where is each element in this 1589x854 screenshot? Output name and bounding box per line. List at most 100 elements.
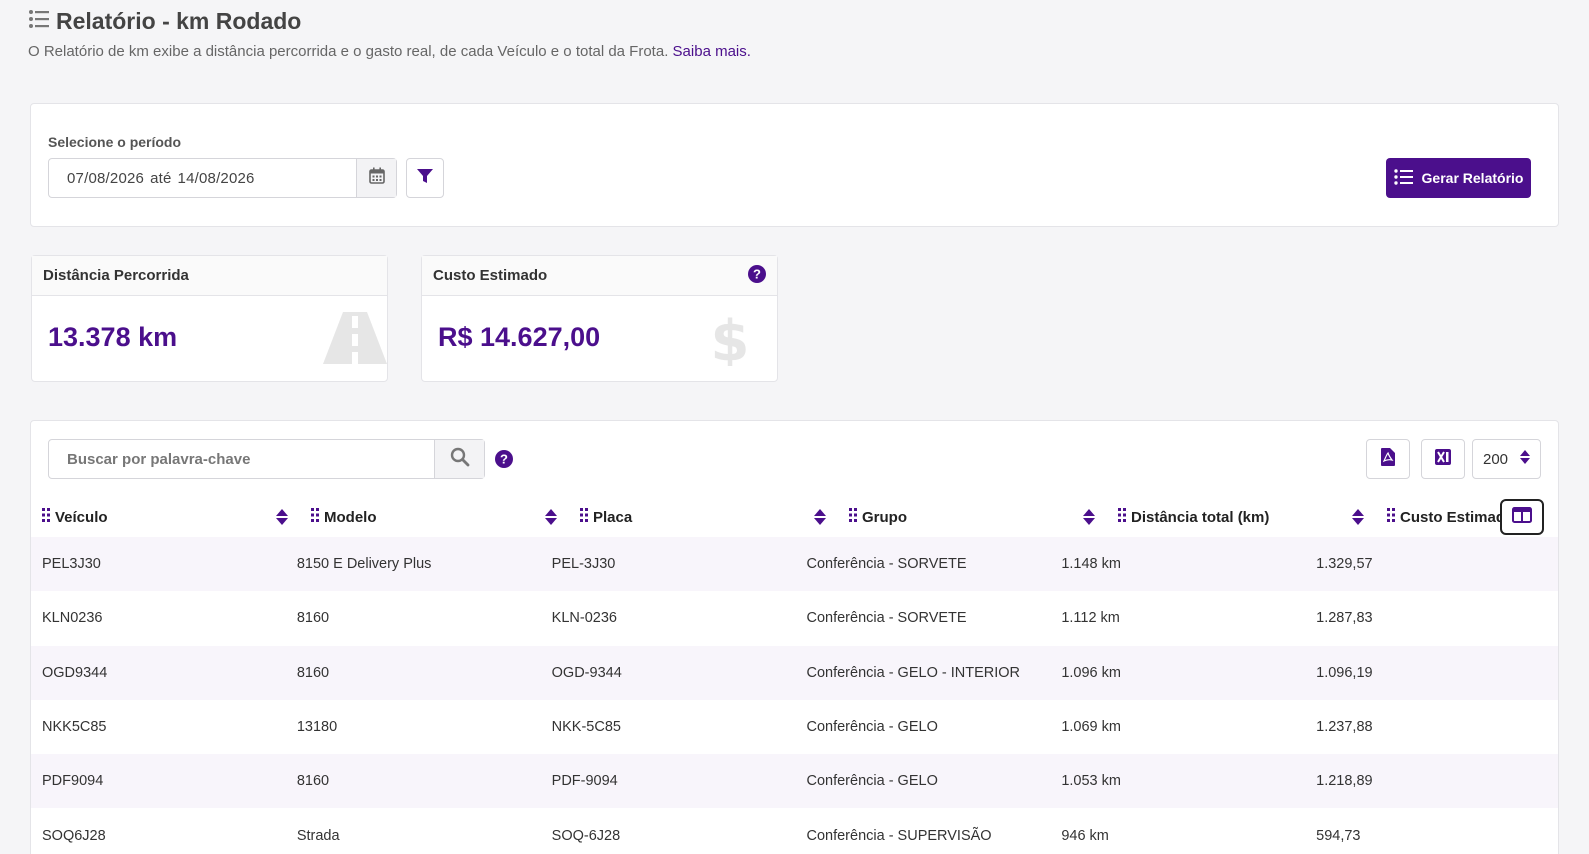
- columns-toggle-button[interactable]: [1500, 499, 1544, 535]
- drag-handle-icon[interactable]: [849, 508, 858, 526]
- cell-vehicle: SOQ6J28: [42, 827, 106, 844]
- cell-cost: 1.096,19: [1316, 664, 1373, 681]
- search-box: [48, 439, 485, 479]
- table-header: Veículo Modelo Placa Grupo Distância tot…: [31, 497, 1558, 537]
- cell-plate: PEL-3J30: [551, 556, 616, 573]
- column-header-label: Grupo: [862, 508, 907, 526]
- table-row[interactable]: OGD9344 8160 OGD-9344 Conferência - GELO…: [31, 645, 1558, 700]
- calendar-icon: [368, 167, 385, 189]
- cell-model: Strada: [296, 827, 340, 844]
- cell-group: Conferência - GELO: [806, 773, 938, 790]
- dollar-icon: $: [711, 309, 750, 374]
- road-icon: [323, 312, 387, 369]
- column-header-label: Distância total (km): [1131, 508, 1270, 526]
- cell-distance: 1.148 km: [1061, 556, 1121, 573]
- cell-cost: 1.287,83: [1316, 610, 1373, 627]
- cell-model: 8160: [296, 610, 330, 627]
- drag-handle-icon[interactable]: [311, 508, 320, 526]
- table-row[interactable]: PEL3J30 8150 E Delivery Plus PEL-3J30 Co…: [31, 537, 1558, 592]
- cell-group: Conferência - SORVETE: [806, 610, 967, 627]
- page-size-select[interactable]: 200: [1472, 439, 1541, 479]
- cell-model: 8150 E Delivery Plus: [296, 556, 432, 573]
- column-header[interactable]: Modelo: [300, 497, 569, 537]
- sort-icon[interactable]: [814, 509, 826, 529]
- filter-button[interactable]: [406, 158, 444, 198]
- cell-distance: 1.053 km: [1061, 773, 1121, 790]
- column-header[interactable]: Placa: [569, 497, 838, 537]
- cell-distance: 1.096 km: [1061, 664, 1121, 681]
- page-subtitle: O Relatório de km exibe a distância perc…: [28, 43, 751, 60]
- column-header[interactable]: Distância total (km): [1107, 497, 1376, 537]
- sort-icon[interactable]: [276, 509, 288, 529]
- question-circle-icon[interactable]: ?: [495, 450, 513, 473]
- cell-distance: 946 km: [1061, 827, 1109, 844]
- sort-icon[interactable]: [1352, 509, 1364, 529]
- column-header-label: Veículo: [55, 508, 108, 526]
- subtitle-text: O Relatório de km exibe a distância perc…: [28, 43, 669, 60]
- distance-value: 13.378 km: [48, 322, 178, 352]
- cell-plate: NKK-5C85: [551, 719, 621, 736]
- end-date[interactable]: 14/08/2026: [178, 170, 255, 187]
- cell-group: Conferência - SUPERVISÃO: [806, 827, 992, 844]
- cell-distance: 1.069 km: [1061, 719, 1121, 736]
- cost-label: Custo Estimado: [433, 267, 548, 284]
- distance-card: Distância Percorrida 13.378 km: [31, 255, 388, 382]
- column-header[interactable]: Custo Estimado: [1376, 497, 1500, 537]
- page-size-value: 200: [1483, 450, 1509, 468]
- drag-handle-icon[interactable]: [1118, 508, 1127, 526]
- column-header[interactable]: Grupo: [838, 497, 1107, 537]
- generate-report-label: Gerar Relatório: [1421, 170, 1524, 186]
- sort-icon[interactable]: [545, 509, 557, 529]
- question-circle-icon[interactable]: ?: [748, 264, 766, 287]
- sort-updown-icon: [1520, 450, 1530, 468]
- cell-model: 8160: [296, 664, 330, 681]
- saiba-mais-link[interactable]: Saiba mais.: [673, 43, 751, 60]
- generate-report-button[interactable]: Gerar Relatório: [1386, 158, 1531, 198]
- cell-model: 13180: [296, 719, 338, 736]
- period-card: Selecione o período 07/08/2026 até 14/08/2…: [30, 103, 1559, 227]
- table-card: ? 200 Veículo: [30, 420, 1559, 854]
- cell-plate: SOQ-6J28: [551, 827, 621, 844]
- search-button[interactable]: [434, 440, 484, 478]
- start-date[interactable]: 07/08/2026: [67, 170, 144, 187]
- export-pdf-button[interactable]: [1366, 439, 1410, 479]
- cell-group: Conferência - GELO - INTERIOR: [806, 664, 1021, 681]
- search-icon: [450, 447, 470, 472]
- cell-distance: 1.112 km: [1061, 610, 1120, 627]
- cost-card: Custo Estimado ? R$ 14.627,00 $: [421, 255, 778, 382]
- list-icon: [28, 9, 50, 34]
- filter-icon: [416, 167, 434, 190]
- column-header[interactable]: Veículo: [31, 497, 300, 537]
- excel-file-icon: [1435, 448, 1451, 470]
- cell-group: Conferência - SORVETE: [806, 556, 967, 573]
- period-label: Selecione o período: [48, 134, 182, 150]
- cell-vehicle: PEL3J30: [42, 556, 101, 573]
- table-body: PEL3J30 8150 E Delivery Plus PEL-3J30 Co…: [31, 537, 1558, 854]
- drag-handle-icon[interactable]: [1387, 508, 1396, 526]
- column-header-label: Placa: [593, 508, 633, 526]
- cell-plate: KLN-0236: [551, 610, 617, 627]
- distance-card-header: Distância Percorrida: [32, 256, 387, 296]
- search-input[interactable]: [49, 440, 434, 478]
- cell-vehicle: NKK5C85: [42, 719, 107, 736]
- table-row[interactable]: KLN0236 8160 KLN-0236 Conferência - SORV…: [31, 591, 1558, 645]
- cell-plate: PDF-9094: [551, 773, 618, 790]
- date-range-text[interactable]: 07/08/2026 até 14/08/2026: [49, 170, 356, 187]
- cell-vehicle: KLN0236: [42, 610, 103, 627]
- cell-vehicle: PDF9094: [42, 773, 104, 790]
- columns-icon: [1512, 506, 1532, 528]
- cost-card-header: Custo Estimado ?: [422, 256, 777, 296]
- date-range-input[interactable]: 07/08/2026 até 14/08/2026: [48, 158, 397, 198]
- table-row[interactable]: PDF9094 8160 PDF-9094 Conferência - GELO…: [31, 754, 1558, 809]
- export-excel-button[interactable]: [1421, 439, 1465, 479]
- column-header-label: Custo Estimado: [1400, 508, 1500, 526]
- table-row[interactable]: SOQ6J28 Strada SOQ-6J28 Conferência - SU…: [31, 808, 1558, 854]
- sort-icon[interactable]: [1083, 509, 1095, 529]
- drag-handle-icon[interactable]: [580, 508, 589, 526]
- list-icon: [1393, 168, 1414, 188]
- calendar-button[interactable]: [356, 159, 396, 197]
- drag-handle-icon[interactable]: [42, 508, 51, 526]
- table-row[interactable]: NKK5C85 13180 NKK-5C85 Conferência - GEL…: [31, 700, 1558, 754]
- svg-text:?: ?: [753, 266, 761, 281]
- cell-cost: 1.218,89: [1316, 773, 1373, 790]
